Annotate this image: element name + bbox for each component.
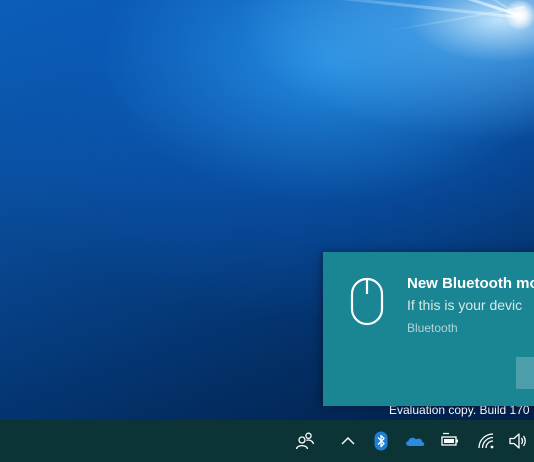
battery-icon[interactable]: [440, 431, 460, 451]
wifi-icon[interactable]: [476, 431, 496, 451]
notification-source: Bluetooth: [407, 321, 458, 335]
taskbar: [0, 420, 534, 462]
people-icon[interactable]: [295, 431, 315, 451]
chevron-up-icon[interactable]: [338, 431, 358, 451]
light-flare: [505, 0, 534, 30]
mouse-icon: [347, 274, 387, 330]
volume-icon[interactable]: [508, 431, 528, 451]
bluetooth-notification-toast[interactable]: New Bluetooth mo If this is your devic B…: [323, 252, 534, 406]
notification-action-button[interactable]: [516, 357, 534, 389]
bluetooth-icon[interactable]: [371, 431, 391, 451]
notification-body: If this is your devic: [407, 297, 523, 313]
notification-title: New Bluetooth mo: [407, 275, 534, 292]
onedrive-icon[interactable]: [404, 431, 425, 451]
